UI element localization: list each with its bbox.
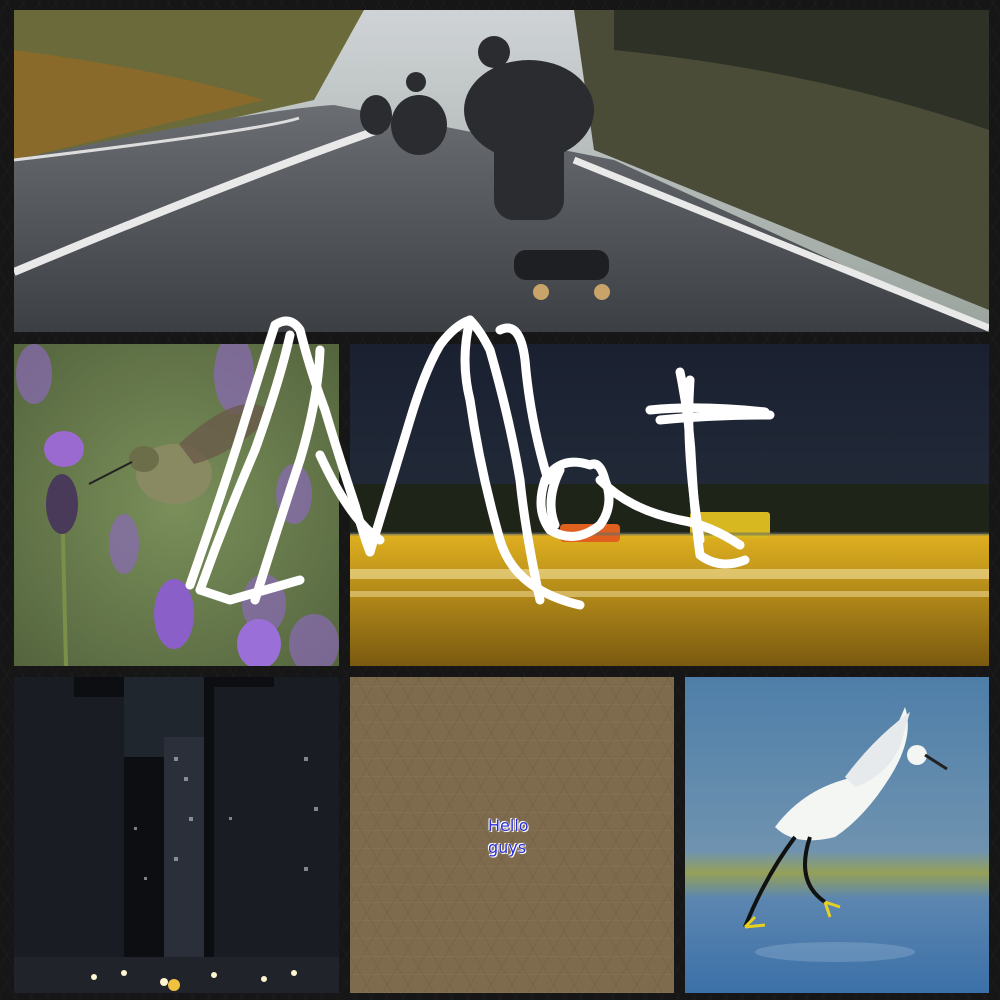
hello-line-2: guys (488, 838, 527, 857)
hummingbird-lavender-photo (14, 344, 339, 666)
photo-collage: Hello guys (0, 0, 1000, 1000)
hello-text: Hello guys (488, 815, 568, 859)
hello-text-tile: Hello guys (350, 677, 674, 993)
night-street-blur-photo (350, 344, 989, 666)
egret-photo (685, 677, 989, 993)
skateboarders-photo (14, 10, 989, 332)
city-night-photo (14, 677, 339, 993)
hello-line-1: Hello (488, 816, 529, 835)
